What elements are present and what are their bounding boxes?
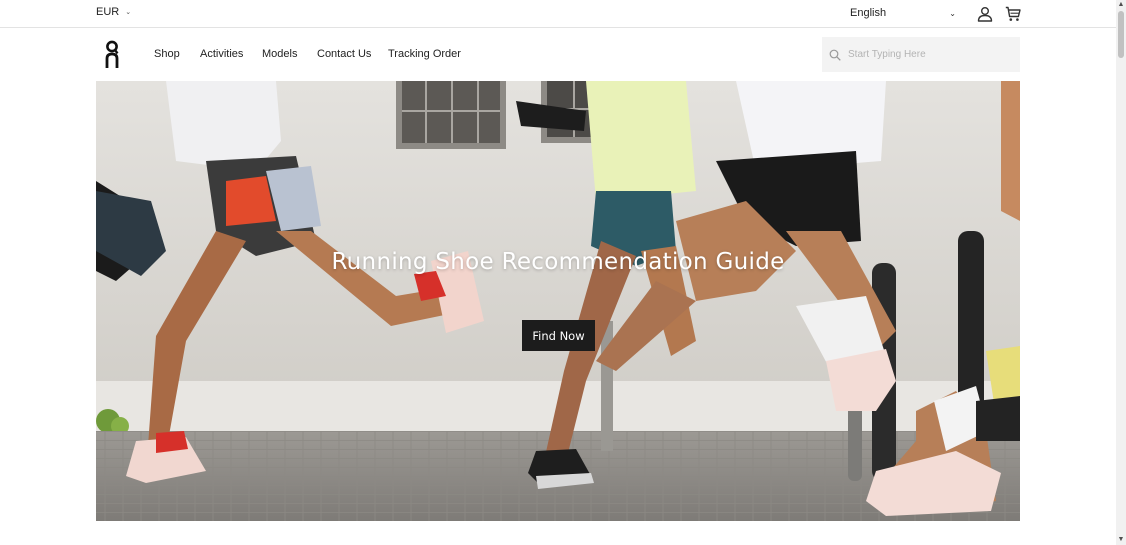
currency-selector[interactable]: EUR ⌄ bbox=[96, 6, 131, 18]
scroll-up-arrow-icon[interactable]: ▲ bbox=[1117, 0, 1125, 10]
page: EUR ⌄ English ⌄ Shop Activities Models C… bbox=[0, 0, 1126, 545]
hero-title: Running Shoe Recommendation Guide bbox=[331, 249, 785, 275]
vertical-scrollbar[interactable]: ▲ ▼ bbox=[1116, 0, 1126, 545]
nav-item-models[interactable]: Models bbox=[262, 48, 297, 60]
nav-item-shop[interactable]: Shop bbox=[154, 48, 180, 60]
utility-bar: EUR ⌄ English ⌄ bbox=[0, 0, 1116, 28]
currency-label: EUR bbox=[96, 6, 120, 18]
user-icon[interactable] bbox=[977, 6, 993, 22]
language-label: English bbox=[850, 7, 887, 19]
nav-item-activities[interactable]: Activities bbox=[200, 48, 243, 60]
scroll-down-arrow-icon[interactable]: ▼ bbox=[1117, 535, 1125, 545]
on-logo-icon[interactable] bbox=[104, 40, 120, 69]
search-box bbox=[822, 37, 1020, 72]
find-now-button[interactable]: Find Now bbox=[522, 320, 595, 351]
search-icon[interactable] bbox=[829, 49, 841, 61]
language-selector[interactable]: English ⌄ bbox=[850, 7, 956, 19]
chevron-down-icon: ⌄ bbox=[949, 8, 956, 18]
cart-icon[interactable] bbox=[1005, 6, 1021, 22]
nav-item-contact-us[interactable]: Contact Us bbox=[317, 48, 371, 60]
search-input[interactable] bbox=[846, 48, 1016, 61]
nav-item-tracking-order[interactable]: Tracking Order bbox=[388, 48, 461, 60]
scrollbar-thumb[interactable] bbox=[1118, 11, 1124, 58]
main-navigation: Shop Activities Models Contact Us Tracki… bbox=[0, 28, 1116, 81]
chevron-down-icon: ⌄ bbox=[125, 9, 132, 16]
hero-banner: Running Shoe Recommendation Guide Find N… bbox=[96, 81, 1020, 521]
hero-image bbox=[96, 81, 1020, 521]
